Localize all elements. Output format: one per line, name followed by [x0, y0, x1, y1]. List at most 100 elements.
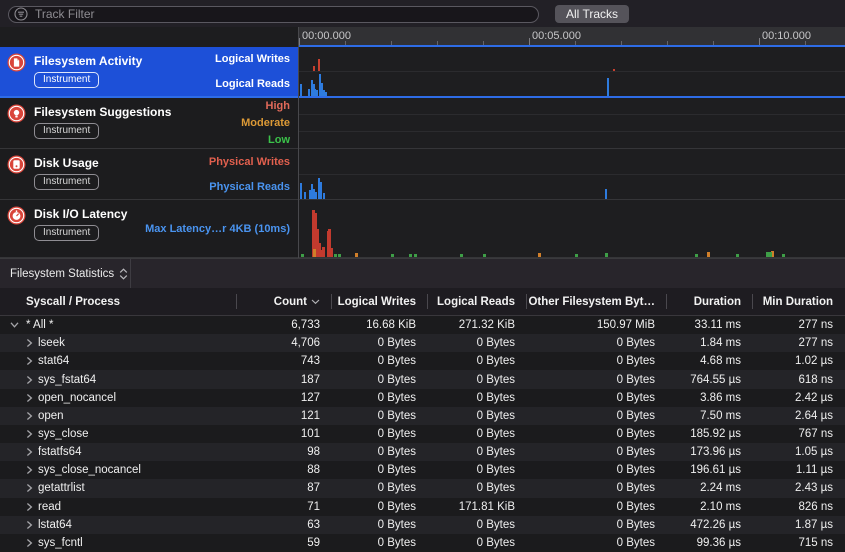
cell-duration: 764.55 µs	[667, 374, 753, 386]
bar-low-latency	[334, 254, 337, 257]
disclosure-expanded-icon[interactable]	[10, 322, 19, 329]
cell-min-duration: 826 ns	[753, 501, 845, 513]
table-row-sys-close-nocancel[interactable]: sys_close_nocancel880 Bytes0 Bytes0 Byte…	[0, 461, 845, 479]
cell-count: 87	[237, 482, 332, 494]
detail-view-selector[interactable]: Filesystem Statistics	[0, 268, 130, 280]
syscall-cell: sys_fcntl	[0, 534, 237, 552]
track-filesystem-suggestions[interactable]: Filesystem SuggestionsInstrumentHighMode…	[0, 98, 298, 149]
column-header-logical-writes[interactable]: Logical Writes	[332, 288, 428, 315]
file-icon	[7, 53, 26, 72]
syscall-cell: read	[0, 498, 237, 516]
disclosure-collapsed-icon[interactable]	[26, 484, 33, 493]
cell-min-duration: 1.05 µs	[753, 446, 845, 458]
column-header-other-filesystem-byt[interactable]: Other Filesystem Byt…	[527, 288, 667, 315]
bar-low-latency	[695, 254, 698, 257]
cell-logical-writes: 0 Bytes	[332, 410, 428, 422]
stats-table-header: Syscall / ProcessCountLogical WritesLogi…	[0, 288, 845, 316]
graph-disk-i-o-latency[interactable]	[299, 200, 845, 258]
cell-count: 187	[237, 374, 332, 386]
cell-other-filesystem-byt: 0 Bytes	[527, 519, 667, 531]
column-header-count[interactable]: Count	[237, 288, 332, 315]
disclosure-collapsed-icon[interactable]	[26, 502, 33, 511]
track-disk-i-o-latency[interactable]: Disk I/O LatencyInstrumentMax Latency…r …	[0, 200, 298, 258]
cell-logical-writes: 0 Bytes	[332, 355, 428, 367]
table-row-getattrlist[interactable]: getattrlist870 Bytes0 Bytes0 Bytes2.24 m…	[0, 479, 845, 497]
filter-icon	[14, 7, 28, 21]
graph-panel: 00:00.00000:05.00000:10.000	[299, 27, 845, 258]
graph-filesystem-suggestions[interactable]	[299, 98, 845, 149]
disclosure-collapsed-icon[interactable]	[26, 411, 33, 420]
track-filter-input[interactable]	[8, 6, 539, 23]
table-row-sys-close[interactable]: sys_close1010 Bytes0 Bytes0 Bytes185.92 …	[0, 425, 845, 443]
table-row-sys-fcntl[interactable]: sys_fcntl590 Bytes0 Bytes0 Bytes99.36 µs…	[0, 534, 845, 552]
bar-moderate-latency	[707, 252, 710, 257]
disclosure-collapsed-icon[interactable]	[26, 538, 33, 547]
bar-moderate-latency	[355, 253, 358, 257]
cell-other-filesystem-byt: 0 Bytes	[527, 392, 667, 404]
disclosure-collapsed-icon[interactable]	[26, 393, 33, 402]
table-row-open-nocancel[interactable]: open_nocancel1270 Bytes0 Bytes0 Bytes3.8…	[0, 389, 845, 407]
cell-min-duration: 277 ns	[753, 337, 845, 349]
graph-lane	[299, 200, 845, 257]
cell-logical-reads: 0 Bytes	[428, 355, 527, 367]
cell-min-duration: 715 ns	[753, 537, 845, 549]
column-header-duration[interactable]: Duration	[667, 288, 753, 315]
syscall-name: sys_fstat64	[0, 374, 96, 386]
instrument-badge: Instrument	[34, 174, 99, 190]
bar-physical-reads	[320, 182, 322, 199]
lightbulb-icon	[7, 104, 26, 123]
graph-lane	[299, 71, 845, 96]
disclosure-collapsed-icon[interactable]	[26, 430, 33, 439]
ruler-tick	[483, 41, 484, 45]
disclosure-collapsed-icon[interactable]	[26, 375, 33, 384]
timeline-ruler[interactable]: 00:00.00000:05.00000:10.000	[299, 27, 845, 47]
ruler-tick	[437, 41, 438, 45]
cell-other-filesystem-byt: 0 Bytes	[527, 428, 667, 440]
table-row-fstatfs64[interactable]: fstatfs64980 Bytes0 Bytes0 Bytes173.96 µ…	[0, 443, 845, 461]
ruler-tick	[713, 41, 714, 45]
track-list-header-corner	[0, 27, 298, 47]
column-header-min-duration[interactable]: Min Duration	[753, 288, 845, 315]
track-filter-field	[8, 5, 539, 22]
disclosure-collapsed-icon[interactable]	[26, 466, 33, 475]
cell-duration: 472.26 µs	[667, 519, 753, 531]
track-filesystem-activity[interactable]: Filesystem ActivityInstrumentLogical Wri…	[0, 47, 298, 98]
table-row-stat64[interactable]: stat647430 Bytes0 Bytes0 Bytes4.68 ms1.0…	[0, 352, 845, 370]
table-row-open[interactable]: open1210 Bytes0 Bytes0 Bytes7.50 ms2.64 …	[0, 407, 845, 425]
lane-label-physical-reads: Physical Reads	[209, 174, 290, 199]
cell-logical-reads: 0 Bytes	[428, 537, 527, 549]
table-row-sys-fstat64[interactable]: sys_fstat641870 Bytes0 Bytes0 Bytes764.5…	[0, 370, 845, 388]
cell-other-filesystem-byt: 0 Bytes	[527, 501, 667, 513]
table-row-lseek[interactable]: lseek4,7060 Bytes0 Bytes0 Bytes1.84 ms27…	[0, 334, 845, 352]
lane-label-moderate: Moderate	[241, 115, 290, 132]
bar-low-latency	[391, 254, 394, 257]
cell-logical-reads: 0 Bytes	[428, 410, 527, 422]
graph-filesystem-activity[interactable]	[299, 47, 845, 98]
disclosure-collapsed-icon[interactable]	[26, 448, 33, 457]
cell-logical-writes: 0 Bytes	[332, 428, 428, 440]
cell-min-duration: 2.64 µs	[753, 410, 845, 422]
column-header-syscall-process[interactable]: Syscall / Process	[0, 288, 237, 315]
table-row-all[interactable]: * All *6,73316.68 KiB271.32 KiB150.97 Mi…	[0, 316, 845, 334]
disclosure-collapsed-icon[interactable]	[26, 520, 33, 529]
timeline-area: Filesystem ActivityInstrumentLogical Wri…	[0, 27, 845, 258]
graph-lane	[299, 174, 845, 200]
cell-duration: 185.92 µs	[667, 428, 753, 440]
cell-other-filesystem-byt: 0 Bytes	[527, 337, 667, 349]
disclosure-collapsed-icon[interactable]	[26, 357, 33, 366]
cell-logical-writes: 0 Bytes	[332, 446, 428, 458]
track-disk-usage[interactable]: Disk UsageInstrumentPhysical WritesPhysi…	[0, 149, 298, 200]
disclosure-collapsed-icon[interactable]	[26, 339, 33, 348]
graph-disk-usage[interactable]	[299, 149, 845, 200]
cell-logical-reads: 0 Bytes	[428, 428, 527, 440]
syscall-name: sys_fcntl	[0, 537, 83, 549]
table-row-read[interactable]: read710 Bytes171.81 KiB0 Bytes2.10 ms826…	[0, 498, 845, 516]
updown-chevron-icon	[119, 268, 128, 280]
column-header-logical-reads[interactable]: Logical Reads	[428, 288, 527, 315]
cell-logical-reads: 0 Bytes	[428, 337, 527, 349]
table-row-lstat64[interactable]: lstat64630 Bytes0 Bytes0 Bytes472.26 µs1…	[0, 516, 845, 534]
cell-other-filesystem-byt: 0 Bytes	[527, 464, 667, 476]
cell-count: 743	[237, 355, 332, 367]
graph-lane	[299, 131, 845, 148]
all-tracks-button[interactable]: All Tracks	[555, 5, 629, 23]
